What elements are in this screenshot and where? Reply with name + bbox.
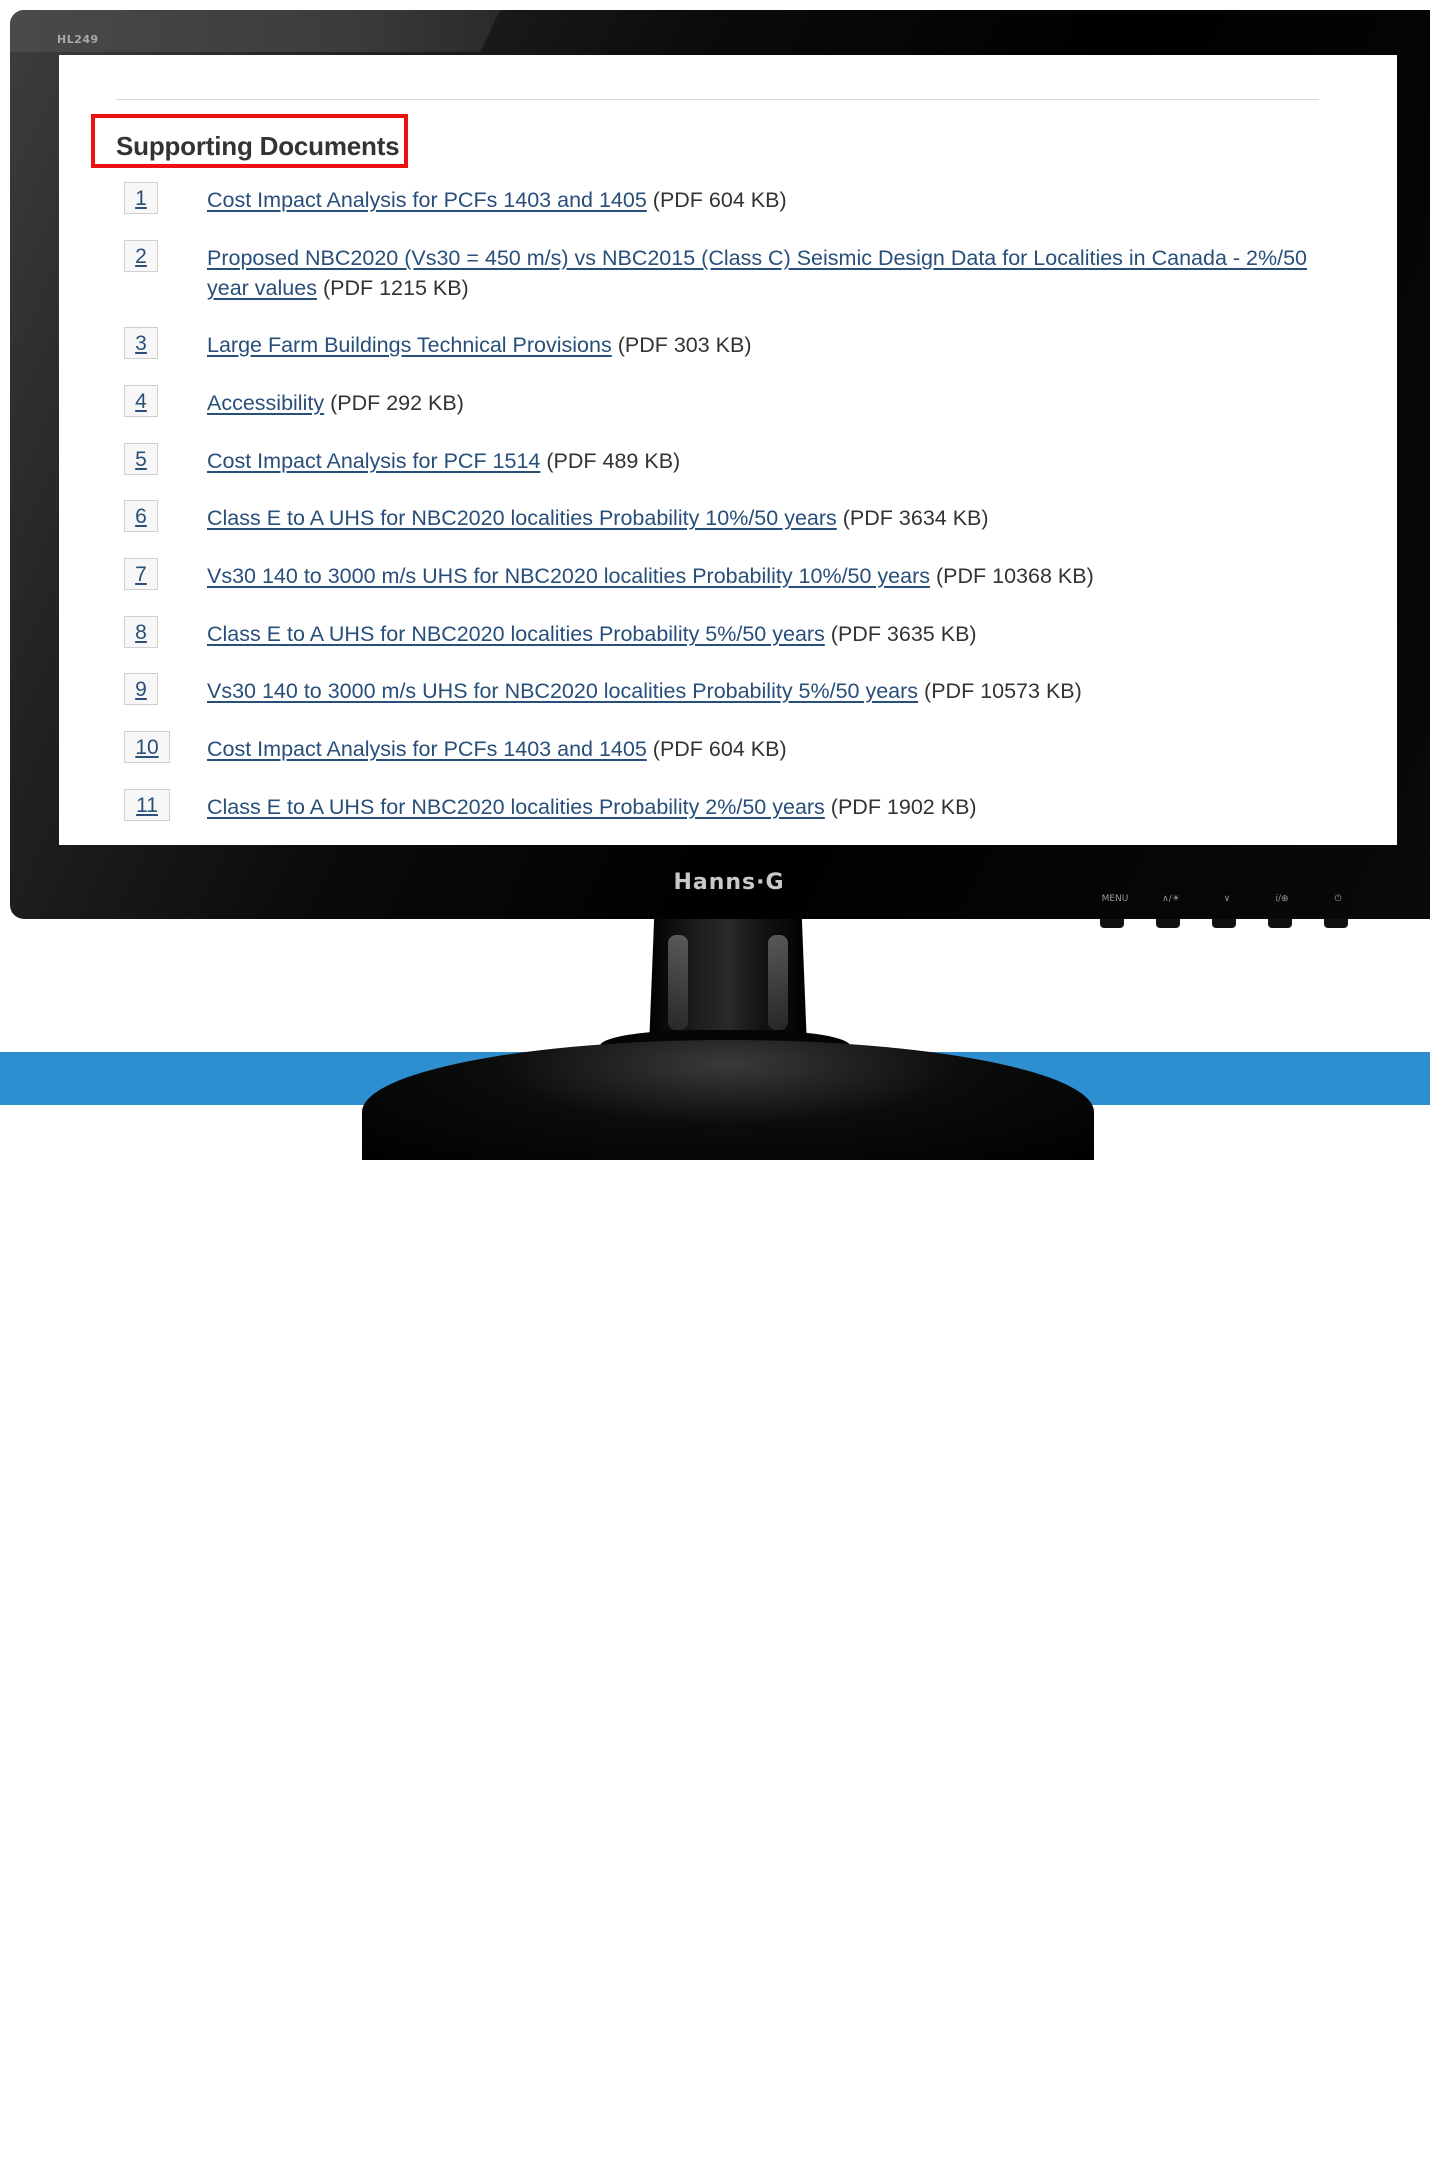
document-number-link[interactable]: 6 [124, 500, 158, 532]
monitor-down-button[interactable] [1212, 919, 1236, 928]
document-size: (PDF 489 KB) [546, 449, 681, 473]
document-number-link[interactable]: 4 [124, 385, 158, 417]
document-link[interactable]: Cost Impact Analysis for PCFs 1403 and 1… [207, 188, 647, 212]
document-link[interactable]: Vs30 140 to 3000 m/s UHS for NBC2020 loc… [207, 564, 930, 588]
document-number-link[interactable]: 5 [124, 443, 158, 475]
document-number-link[interactable]: 2 [124, 240, 158, 272]
document-number-link[interactable]: 9 [124, 673, 158, 705]
monitor-menu-button[interactable] [1100, 919, 1124, 928]
monitor-screen: Supporting Documents 1 Cost Impact Analy… [59, 55, 1397, 845]
monitor-up-button[interactable] [1156, 919, 1180, 928]
document-link[interactable]: Large Farm Buildings Technical Provision… [207, 333, 612, 357]
monitor-menu-label: MENU [1101, 894, 1129, 904]
monitor-brand-logo: Hanns·G [673, 870, 785, 895]
nrc-logo: NRC·C [1262, 2109, 1430, 2183]
document-number-link[interactable]: 11 [124, 789, 170, 821]
document-number-link[interactable]: 8 [124, 616, 158, 648]
monitor-power-label: ⏻ [1334, 894, 1342, 904]
monitor-up-label: ∧/☀ [1162, 894, 1180, 904]
monitor-model-label: HL249 [57, 33, 99, 46]
document-number-link[interactable]: 3 [124, 327, 158, 359]
document-link[interactable]: Cost Impact Analysis for PCF 1514 [207, 449, 540, 473]
stand-highlight [668, 935, 688, 1030]
document-size: (PDF 10573 KB) [924, 679, 1082, 703]
document-link[interactable]: Cost Impact Analysis for PCFs 1403 and 1… [207, 737, 647, 761]
document-link[interactable]: Class E to A UHS for NBC2020 localities … [207, 622, 825, 646]
document-link[interactable]: Class E to A UHS for NBC2020 localities … [207, 506, 837, 530]
stand-highlight [768, 935, 788, 1030]
document-number-link[interactable]: 7 [124, 558, 158, 590]
document-size: (PDF 3635 KB) [830, 622, 977, 646]
document-link[interactable]: Accessibility [207, 391, 324, 415]
monitor-down-label: ∨ [1223, 894, 1231, 904]
monitor-power-button[interactable] [1324, 919, 1348, 928]
monitor-input-label: i/⊕ [1275, 894, 1289, 904]
document-size: (PDF 604 KB) [652, 737, 787, 761]
document-size: (PDF 604 KB) [652, 188, 787, 212]
document-size: (PDF 10368 KB) [936, 564, 1094, 588]
document-list: 1 Cost Impact Analysis for PCFs 1403 and… [59, 55, 1397, 845]
document-link[interactable]: Class E to A UHS for NBC2020 localities … [207, 795, 825, 819]
document-link[interactable]: Vs30 140 to 3000 m/s UHS for NBC2020 loc… [207, 679, 918, 703]
document-size: (PDF 303 KB) [617, 333, 752, 357]
document-size: (PDF 292 KB) [330, 391, 464, 415]
document-number-link[interactable]: 1 [124, 182, 158, 214]
monitor-input-button[interactable] [1268, 919, 1292, 928]
document-number-link[interactable]: 10 [124, 731, 170, 763]
document-size: (PDF 1902 KB) [830, 795, 977, 819]
document-size: (PDF 1215 KB) [322, 276, 469, 300]
document-size: (PDF 3634 KB) [842, 506, 989, 530]
